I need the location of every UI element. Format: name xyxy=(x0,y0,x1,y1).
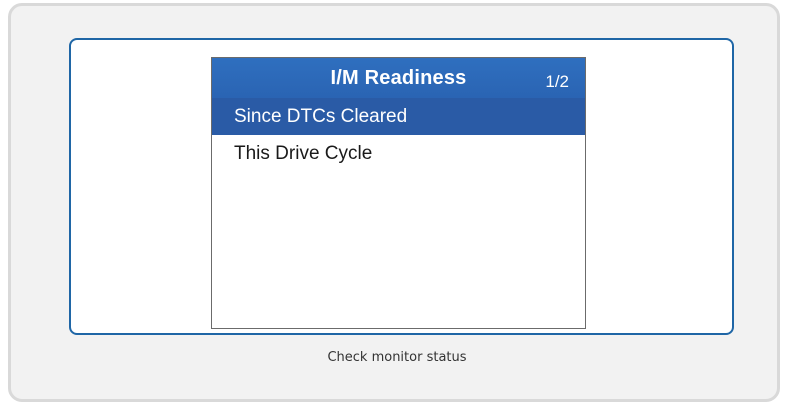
screen-title: I/M Readiness xyxy=(330,67,467,89)
menu-item-since-dtcs-cleared[interactable]: Since DTCs Cleared xyxy=(212,98,585,135)
figure-caption: Check monitor status xyxy=(327,350,467,365)
menu-item-this-drive-cycle[interactable]: This Drive Cycle xyxy=(212,135,585,172)
scanner-screen: I/M Readiness 1/2 Since DTCs Cleared Thi… xyxy=(211,57,586,329)
page-indicator: 1/2 xyxy=(545,72,569,91)
screen-header: I/M Readiness 1/2 xyxy=(212,58,585,98)
